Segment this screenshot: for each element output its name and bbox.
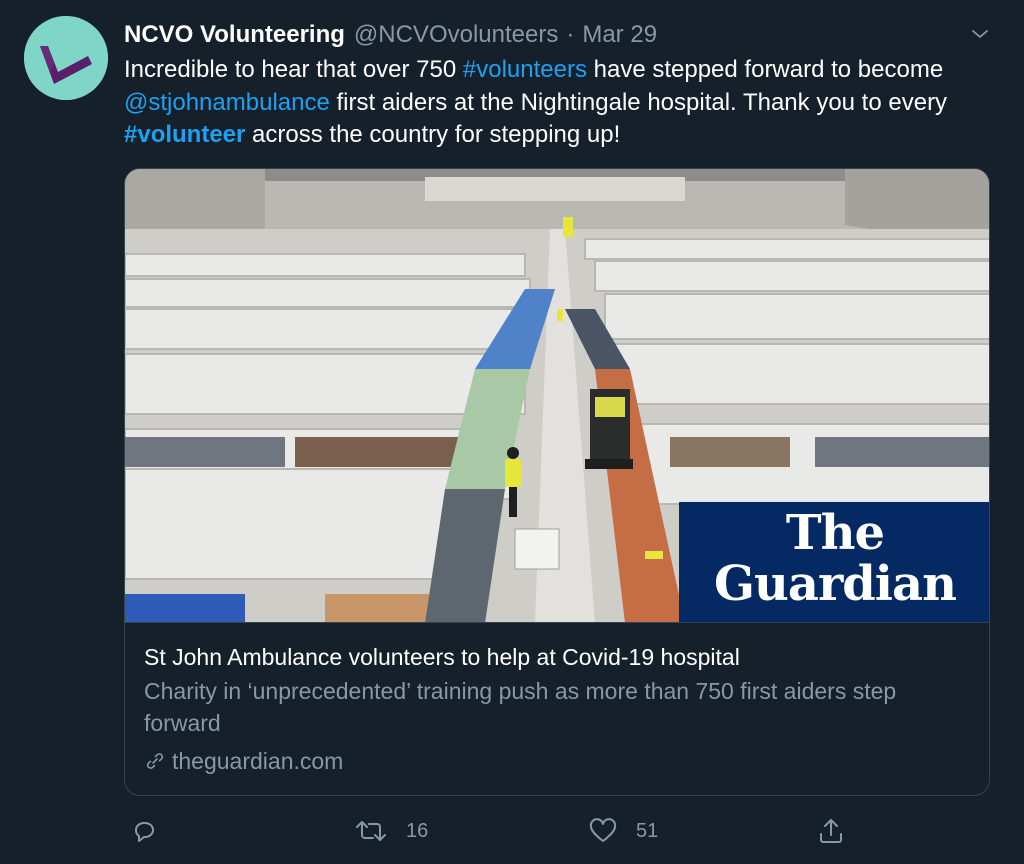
chevron-down-icon (972, 30, 988, 38)
more-options-button[interactable] (966, 20, 994, 48)
card-description: Charity in ‘unprecedented’ training push… (144, 678, 897, 736)
tweet[interactable]: NCVO Volunteering @NCVOvolunteers · Mar … (0, 0, 1024, 864)
tweet-text-part: across the country for stepping up! (245, 121, 621, 148)
card-domain-text[interactable]: theguardian.com (172, 745, 343, 777)
display-name[interactable]: NCVO Volunteering (124, 21, 345, 49)
tweet-date[interactable]: Mar 29 (582, 21, 657, 49)
tweet-text-part: first aiders at the Nightingale hospital… (329, 88, 948, 116)
separator-dot: · (566, 21, 575, 48)
reply-icon (135, 822, 154, 842)
reply-button[interactable] (130, 814, 176, 848)
heart-icon (589, 818, 617, 842)
tweet-text-part: Incredible to hear that over 750 (124, 56, 463, 83)
card-title[interactable]: St John Ambulance volunteers to help at … (144, 641, 974, 673)
card-image[interactable]: The Guardian (125, 169, 989, 623)
link-icon (144, 750, 166, 772)
tweet-text-part: have stepped forward to become (586, 56, 944, 83)
card-domain[interactable]: theguardian.com (144, 745, 974, 777)
tweet-text: Incredible to hear that over 750 #volunt… (124, 54, 994, 152)
logo-line-the: The (785, 505, 885, 561)
like-button[interactable]: 51 (588, 814, 658, 848)
retweet-button[interactable]: 16 (354, 814, 428, 848)
logo-line-guardian: Guardian (713, 556, 957, 612)
share-icon (820, 819, 842, 843)
retweet-icon (356, 821, 386, 841)
retweet-count: 16 (406, 819, 429, 842)
link-card[interactable]: The Guardian St John Ambulance volunteer… (124, 168, 990, 796)
card-body[interactable]: St John Ambulance volunteers to help at … (144, 641, 974, 777)
guardian-logo: The Guardian (679, 502, 989, 622)
hashtag-link[interactable]: #volunteer (124, 121, 245, 148)
ncvo-logo-icon (24, 16, 108, 100)
user-handle[interactable]: @NCVOvolunteers (354, 21, 558, 49)
avatar[interactable] (24, 16, 108, 100)
hashtag-link[interactable]: #volunteers (463, 56, 587, 83)
like-count: 51 (636, 819, 659, 842)
mention-link[interactable]: @stjohnambulance (124, 89, 330, 116)
tweet-actions: 16 51 (124, 814, 994, 848)
share-button[interactable] (816, 814, 864, 848)
tweet-header: NCVO Volunteering @NCVOvolunteers · Mar … (124, 19, 657, 51)
